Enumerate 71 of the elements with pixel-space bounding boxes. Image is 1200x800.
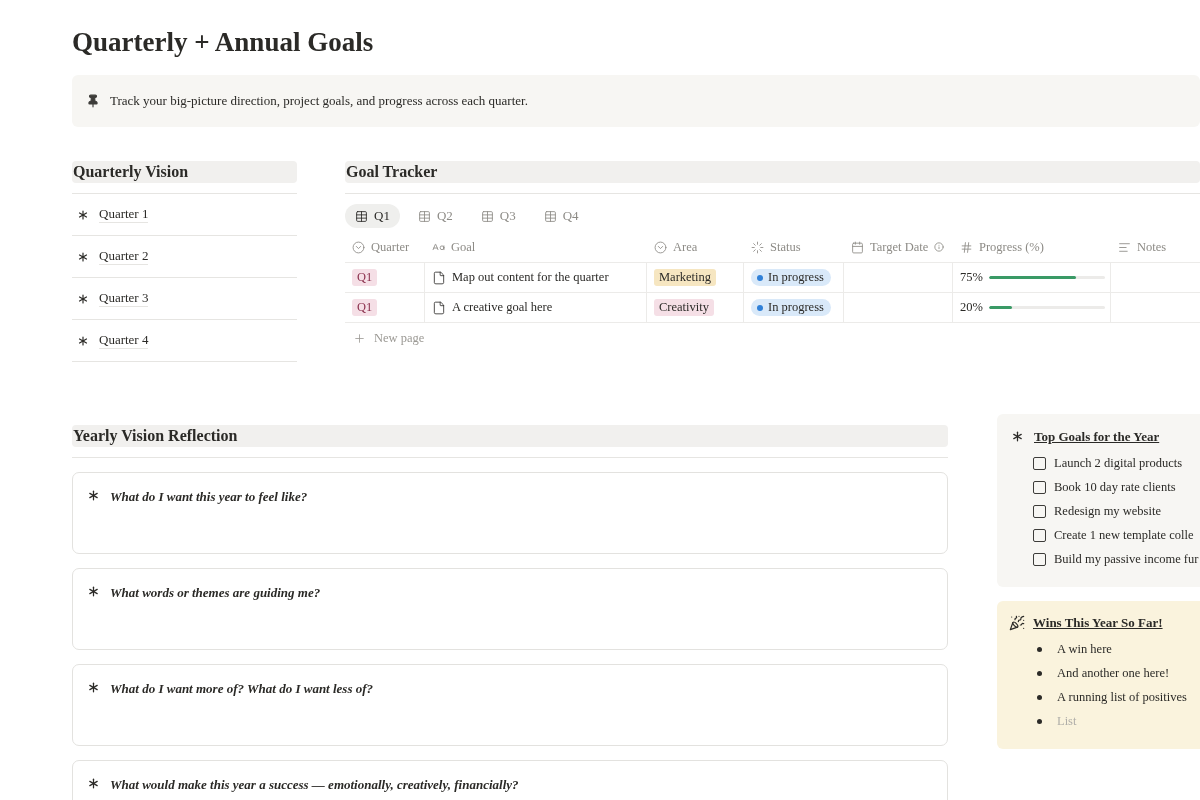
win-text: List [1057,713,1077,729]
view-tab[interactable]: Q1 [345,204,400,228]
quarter-tag: Q1 [352,299,378,316]
page-title: Quarterly + Annual Goals [72,26,375,59]
panel-title[interactable]: Top Goals for the Year [1034,428,1160,445]
table-icon [417,209,431,223]
quarter-link[interactable]: Quarter 1 [99,206,149,223]
question-text: What would make this year a success — emotionally, creatively, financially? [110,777,519,793]
section-heading: Goal Tracker [345,161,1200,183]
bullet-icon [1037,718,1042,724]
column-header[interactable]: Goal [425,232,647,262]
table-icon [543,209,557,223]
new-page-button[interactable]: New page [345,322,1200,353]
checkbox[interactable] [1033,552,1046,566]
goal-text: Book 10 day rate clients [1054,479,1176,495]
quarter-link[interactable]: Quarter 2 [99,248,149,265]
column-header[interactable]: Target Date [844,232,953,262]
table-icon [355,209,368,223]
goal-text: Redesign my website [1054,503,1161,519]
checkbox[interactable] [1033,528,1046,542]
callout-text: Track your big-picture direction, project goals, and progress across each quarter. [110,93,528,109]
progress-value: 75% [960,270,983,285]
column-header[interactable]: Status [744,232,844,262]
column-header[interactable]: Quarter [345,232,425,262]
info-icon [934,242,945,252]
progress-value: 20% [960,300,983,315]
question-text: What do I want this year to feel like? [110,489,308,505]
goal-text: Launch 2 digital products [1054,455,1183,471]
plus-icon [353,331,366,345]
win-text: A win here [1057,641,1112,657]
view-tab[interactable]: Q3 [470,204,526,228]
quarter-link[interactable]: Quarter 4 [99,332,149,349]
status-pill: In progress [751,299,831,316]
view-tab[interactable]: Q2 [407,204,463,228]
page-icon [432,270,446,285]
bullet-icon [1037,694,1042,700]
win-text: A running list of positives [1057,689,1187,705]
pin-icon [86,94,100,108]
goal-title[interactable]: A creative goal here [452,300,553,315]
question-text: What do I want more of? What do I want less of? [110,681,374,697]
question-text: What words or themes are guiding me? [110,585,321,601]
quarter-link[interactable]: Quarter 3 [99,290,149,307]
lines-icon [1118,240,1131,254]
area-tag: Marketing [654,269,717,286]
section-heading: Yearly Vision Reflection [72,425,948,447]
win-text: And another one here! [1057,665,1170,681]
quarter-tag: Q1 [352,269,378,286]
column-header[interactable]: Notes [1111,232,1200,262]
goal-text: Create 1 new template colle [1054,527,1194,543]
column-header[interactable]: Area [647,232,744,262]
select-icon [654,240,667,254]
panel-title[interactable]: Wins This Year So Far! [1033,615,1163,631]
party-popper-icon [1009,615,1025,631]
area-tag: Creativity [654,299,714,316]
checkbox[interactable] [1033,480,1046,494]
bullet-icon [1037,646,1042,652]
checkbox[interactable] [1033,504,1046,518]
goal-text: Build my passive income fur [1054,551,1199,567]
loader-icon [751,240,764,254]
status-pill: In progress [751,269,831,286]
page-icon [432,300,446,315]
goal-title[interactable]: Map out content for the quarter [452,270,609,285]
column-header[interactable]: Progress (%) [953,232,1111,262]
hash-icon [960,240,973,254]
calendar-icon [851,240,864,254]
checkbox[interactable] [1033,456,1046,470]
section-heading: Quarterly Vision [72,161,297,183]
table-icon [480,209,494,223]
select-icon [352,240,365,254]
view-tab[interactable]: Q4 [533,204,589,228]
bullet-icon [1037,670,1042,676]
